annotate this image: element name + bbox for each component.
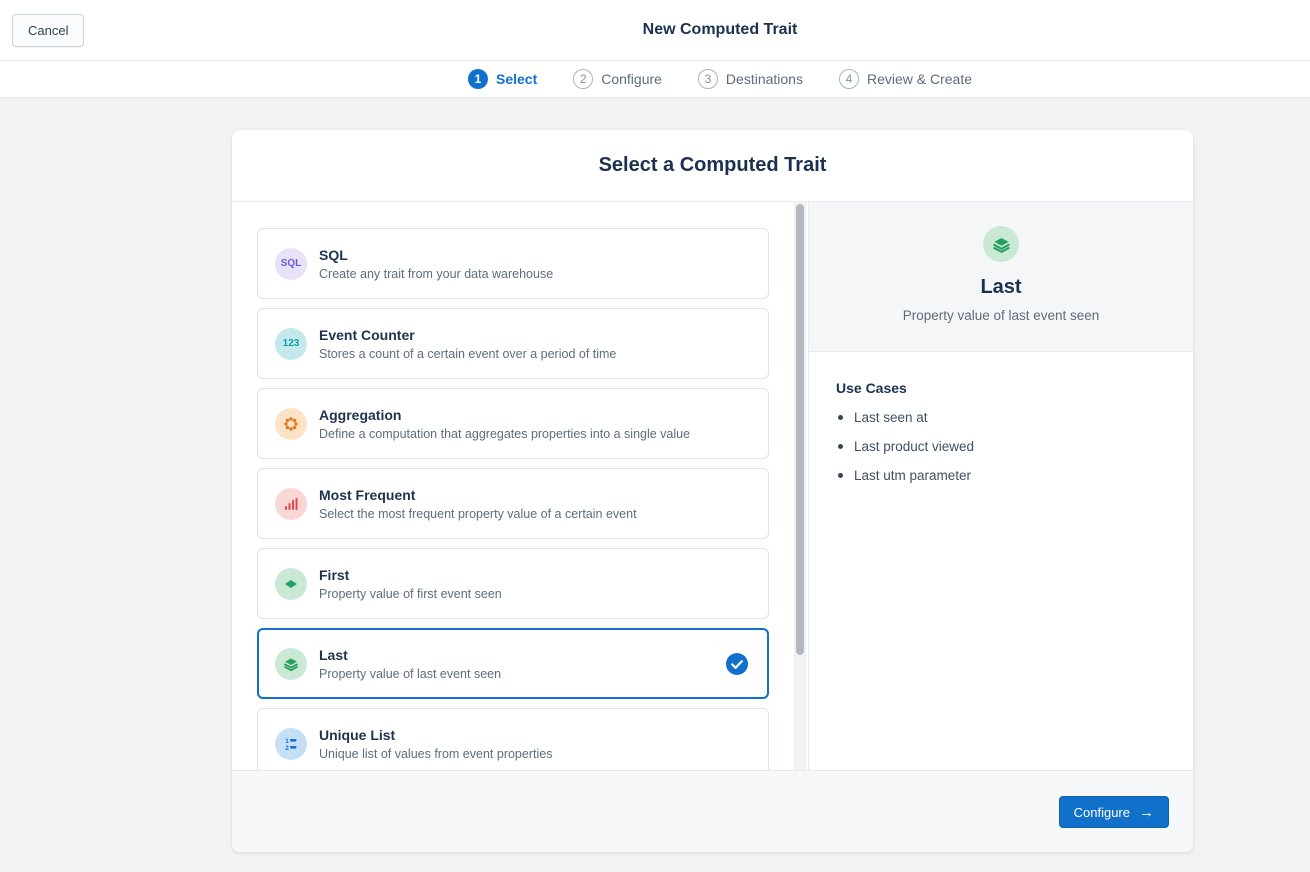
last-layers-icon bbox=[275, 648, 307, 680]
trait-detail-panel: Last Property value of last event seen U… bbox=[808, 202, 1193, 770]
card-title: Select a Computed Trait bbox=[599, 154, 827, 177]
trait-item-sql[interactable]: SQL SQL Create any trait from your data … bbox=[257, 228, 769, 299]
main-area: Select a Computed Trait SQL SQL Create a… bbox=[0, 98, 1310, 852]
detail-title: Last bbox=[980, 276, 1021, 299]
step-1-label: Select bbox=[496, 71, 537, 87]
stepper: 1 Select 2 Configure 3 Destinations 4 Re… bbox=[468, 61, 972, 97]
configure-button[interactable]: Configure → bbox=[1059, 796, 1169, 828]
trait-item-aggregation[interactable]: Aggregation Define a computation that ag… bbox=[257, 388, 769, 459]
stepper-bar: 1 Select 2 Configure 3 Destinations 4 Re… bbox=[0, 61, 1310, 98]
step-2-circle: 2 bbox=[573, 69, 593, 89]
svg-text:2: 2 bbox=[285, 745, 289, 752]
selected-check-icon bbox=[726, 653, 748, 675]
trait-item-first[interactable]: First Property value of first event seen bbox=[257, 548, 769, 619]
trait-list-scrollbar-thumb[interactable] bbox=[796, 204, 804, 655]
event-counter-icon-text: 123 bbox=[283, 338, 300, 349]
trait-description: Property value of last event seen bbox=[319, 667, 501, 681]
most-frequent-icon bbox=[275, 488, 307, 520]
trait-item-most-frequent[interactable]: Most Frequent Select the most frequent p… bbox=[257, 468, 769, 539]
sql-icon-text: SQL bbox=[281, 258, 302, 269]
trait-list-scrollbar-track bbox=[794, 202, 806, 770]
step-destinations[interactable]: 3 Destinations bbox=[698, 69, 803, 89]
unique-list-icon: 1 2 bbox=[275, 728, 307, 760]
trait-list: SQL SQL Create any trait from your data … bbox=[232, 202, 794, 770]
trait-description: Stores a count of a certain event over a… bbox=[319, 347, 616, 361]
trait-detail-header: Last Property value of last event seen bbox=[809, 202, 1193, 352]
sql-icon: SQL bbox=[275, 248, 307, 280]
use-case-item: Last product viewed bbox=[836, 439, 1165, 454]
card-header: Select a Computed Trait bbox=[232, 130, 1193, 202]
trait-title: Most Frequent bbox=[319, 487, 637, 503]
step-review-create[interactable]: 4 Review & Create bbox=[839, 69, 972, 89]
app-header: Cancel New Computed Trait bbox=[0, 0, 1310, 61]
first-diamond-icon bbox=[275, 568, 307, 600]
trait-title: SQL bbox=[319, 247, 553, 263]
use-cases-heading: Use Cases bbox=[836, 380, 1165, 396]
trait-title: Unique List bbox=[319, 727, 552, 743]
page-title: New Computed Trait bbox=[643, 21, 798, 39]
step-select[interactable]: 1 Select bbox=[468, 69, 537, 89]
trait-description: Unique list of values from event propert… bbox=[319, 747, 552, 761]
step-4-label: Review & Create bbox=[867, 71, 972, 87]
trait-description: Select the most frequent property value … bbox=[319, 507, 637, 521]
trait-selection-card: Select a Computed Trait SQL SQL Create a… bbox=[232, 130, 1193, 852]
trait-item-unique-list[interactable]: 1 2 Unique List Unique list of values fr… bbox=[257, 708, 769, 770]
cancel-button[interactable]: Cancel bbox=[12, 14, 84, 47]
trait-title: First bbox=[319, 567, 502, 583]
use-cases-list: Last seen at Last product viewed Last ut… bbox=[836, 410, 1165, 483]
event-counter-icon: 123 bbox=[275, 328, 307, 360]
trait-description: Define a computation that aggregates pro… bbox=[319, 427, 690, 441]
last-layers-icon bbox=[983, 226, 1019, 262]
step-3-circle: 3 bbox=[698, 69, 718, 89]
step-2-label: Configure bbox=[601, 71, 662, 87]
arrow-right-icon: → bbox=[1139, 805, 1154, 820]
configure-button-label: Configure bbox=[1074, 805, 1130, 820]
step-1-circle: 1 bbox=[468, 69, 488, 89]
step-4-circle: 4 bbox=[839, 69, 859, 89]
trait-title: Event Counter bbox=[319, 327, 616, 343]
trait-item-last[interactable]: Last Property value of last event seen bbox=[257, 628, 769, 699]
detail-subtitle: Property value of last event seen bbox=[903, 308, 1100, 323]
trait-description: Create any trait from your data warehous… bbox=[319, 267, 553, 281]
trait-description: Property value of first event seen bbox=[319, 587, 502, 601]
card-body: SQL SQL Create any trait from your data … bbox=[232, 202, 1193, 770]
trait-item-event-counter[interactable]: 123 Event Counter Stores a count of a ce… bbox=[257, 308, 769, 379]
trait-title: Last bbox=[319, 647, 501, 663]
aggregation-icon bbox=[275, 408, 307, 440]
step-configure[interactable]: 2 Configure bbox=[573, 69, 662, 89]
svg-text:1: 1 bbox=[285, 738, 289, 745]
trait-title: Aggregation bbox=[319, 407, 690, 423]
use-case-item: Last utm parameter bbox=[836, 468, 1165, 483]
step-3-label: Destinations bbox=[726, 71, 803, 87]
trait-detail-body: Use Cases Last seen at Last product view… bbox=[809, 352, 1193, 497]
card-footer: Configure → bbox=[232, 770, 1193, 852]
use-case-item: Last seen at bbox=[836, 410, 1165, 425]
